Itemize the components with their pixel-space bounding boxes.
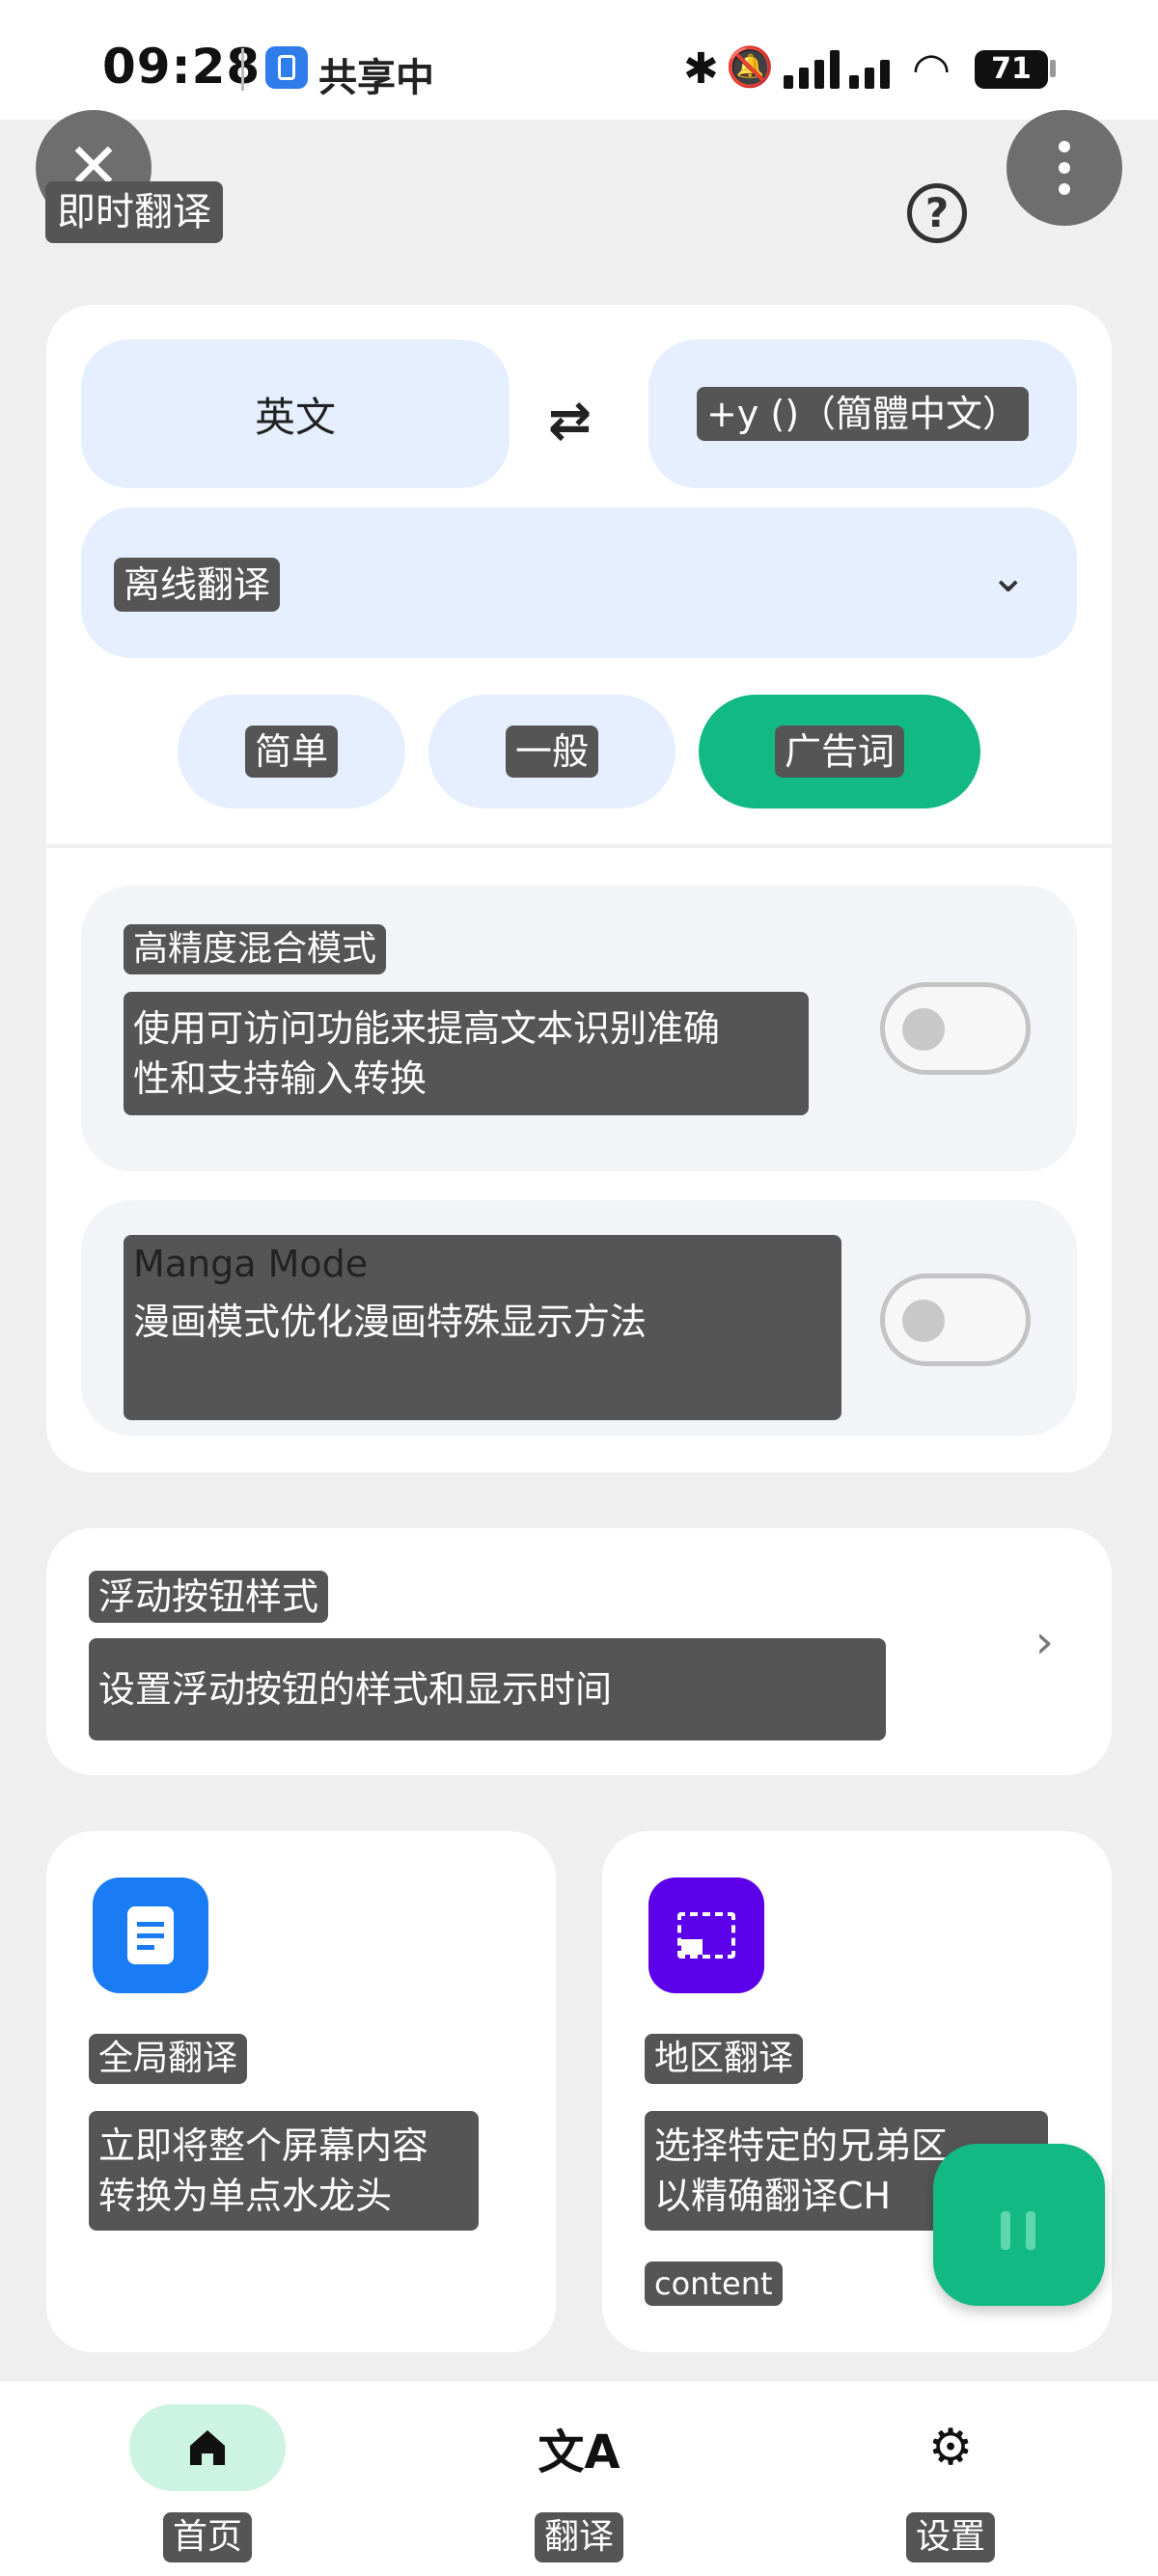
share-status-text: 共享中 bbox=[318, 56, 434, 100]
document-icon bbox=[93, 1877, 208, 1993]
share-screen-icon bbox=[265, 46, 308, 89]
signal-icon bbox=[784, 50, 899, 89]
engine-label: 离线翻译 bbox=[114, 558, 281, 612]
bluetooth-icon: ✱ bbox=[683, 44, 719, 94]
hybrid-mode-description: 使用可访问功能来提高文本识别准确 性和支持输入转换 bbox=[124, 992, 809, 1115]
swap-icon[interactable]: ⇄ bbox=[548, 390, 592, 451]
status-bar: 09:28 共享中 ✱ 🔕 ◠ 71 bbox=[0, 0, 1158, 120]
region-select-icon bbox=[648, 1877, 764, 1993]
mode-chip-simple[interactable]: 简单 bbox=[178, 695, 405, 808]
nav-label-settings: 设置 bbox=[905, 2512, 996, 2562]
toggle-knob bbox=[902, 1008, 945, 1051]
toggle-knob bbox=[902, 1300, 945, 1342]
chevron-down-icon: ⌄ bbox=[989, 550, 1027, 602]
mode-chip-label: 广告词 bbox=[774, 726, 904, 778]
manga-mode-toggle[interactable] bbox=[880, 1274, 1031, 1366]
nav-item-translate[interactable]: 文A 翻译 bbox=[454, 2381, 704, 2576]
manga-mode-text-block: Manga Mode 漫画模式优化漫画特殊显示方法 bbox=[124, 1235, 841, 1420]
status-divider bbox=[241, 48, 244, 91]
manga-mode-description: 漫画模式优化漫画特殊显示方法 bbox=[133, 1301, 648, 1343]
hybrid-mode-toggle[interactable] bbox=[880, 982, 1031, 1075]
source-language-button[interactable]: 英文 bbox=[81, 340, 510, 488]
page-title: 即时翻译 bbox=[45, 181, 223, 243]
battery-tip bbox=[1050, 60, 1056, 77]
chevron-right-icon: › bbox=[1034, 1615, 1054, 1669]
global-translate-title: 全局翻译 bbox=[89, 2034, 248, 2084]
float-button-style-description: 设置浮动按钮的样式和显示时间 bbox=[89, 1638, 886, 1740]
mode-chip-general[interactable]: 一般 bbox=[428, 695, 676, 808]
float-button-style-title: 浮动按钮样式 bbox=[89, 1571, 329, 1623]
global-translate-desc-line2: 转换为单点水龙头 bbox=[98, 2175, 393, 2217]
bottom-navigation: 首页 文A 翻译 ⚙ 设置 bbox=[0, 2381, 1158, 2576]
mode-chip-label: 简单 bbox=[244, 726, 338, 778]
global-translate-desc-line1: 立即将整个屏幕内容 bbox=[98, 2124, 429, 2167]
nav-label-translate: 翻译 bbox=[534, 2512, 624, 2562]
hybrid-mode-desc-line2: 性和支持输入转换 bbox=[133, 1057, 427, 1100]
source-language-label: 英文 bbox=[254, 393, 336, 441]
region-translate-title: 地区翻译 bbox=[645, 2034, 804, 2084]
hybrid-mode-title: 高精度混合模式 bbox=[124, 924, 387, 974]
mode-chip-keyword[interactable]: 广告词 bbox=[699, 695, 980, 808]
feature-card-global-translate[interactable]: 全局翻译 立即将整个屏幕内容 转换为单点水龙头 bbox=[46, 1831, 556, 2352]
gear-icon: ⚙ bbox=[927, 2419, 974, 2477]
manga-mode-option: Manga Mode 漫画模式优化漫画特殊显示方法 bbox=[81, 1200, 1077, 1436]
mute-icon: 🔕 bbox=[726, 45, 774, 90]
floating-pause-button[interactable] bbox=[933, 2144, 1105, 2306]
translation-engine-select[interactable]: 离线翻译 ⌄ bbox=[81, 507, 1077, 658]
region-translate-desc-extra: content bbox=[645, 2261, 783, 2306]
target-language-button[interactable]: +y ()（簡體中文） bbox=[648, 340, 1077, 488]
hybrid-mode-desc-line1: 使用可访问功能来提高文本识别准确 bbox=[133, 1007, 721, 1050]
global-translate-description: 立即将整个屏幕内容 转换为单点水龙头 bbox=[89, 2111, 479, 2231]
mode-chip-label: 一般 bbox=[505, 726, 598, 778]
target-language-label: +y ()（簡體中文） bbox=[696, 387, 1030, 441]
float-button-style-row[interactable]: 浮动按钮样式 设置浮动按钮的样式和显示时间 › bbox=[46, 1528, 1112, 1775]
wifi-icon: ◠ bbox=[912, 42, 951, 95]
nav-label-home: 首页 bbox=[162, 2512, 253, 2562]
nav-item-home[interactable]: 首页 bbox=[82, 2381, 333, 2576]
manga-mode-title: Manga Mode bbox=[133, 1243, 369, 1285]
more-icon[interactable] bbox=[1006, 110, 1122, 226]
section-divider bbox=[46, 844, 1112, 848]
translate-icon: 文A bbox=[538, 2425, 620, 2480]
home-icon bbox=[129, 2404, 286, 2491]
hybrid-mode-option: 高精度混合模式 使用可访问功能来提高文本识别准确 性和支持输入转换 bbox=[81, 886, 1077, 1171]
nav-item-settings[interactable]: ⚙ 设置 bbox=[825, 2381, 1076, 2576]
help-icon[interactable]: ? bbox=[907, 183, 967, 243]
status-time: 09:28 bbox=[102, 39, 262, 95]
battery-icon: 71 bbox=[975, 50, 1048, 89]
